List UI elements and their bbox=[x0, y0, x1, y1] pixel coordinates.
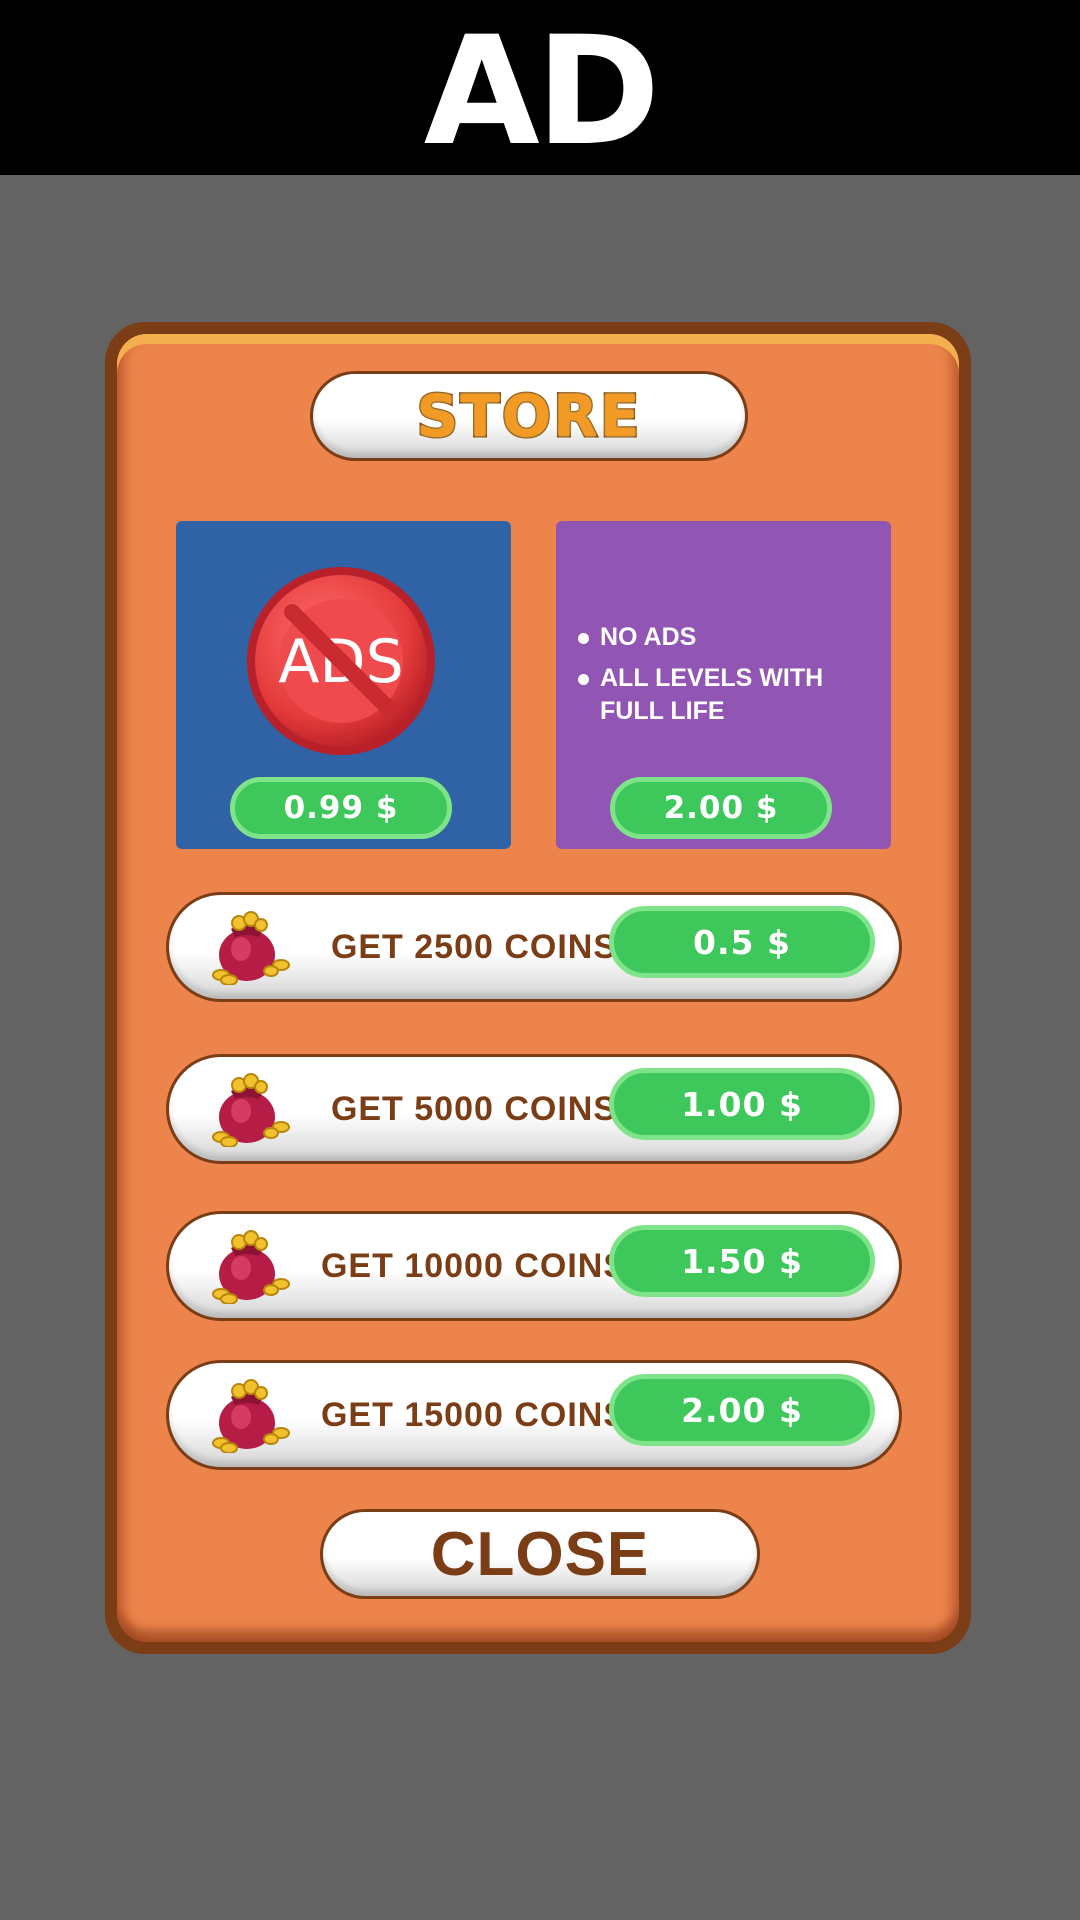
coin-bag-icon bbox=[212, 1230, 290, 1304]
store-title: STORE bbox=[415, 381, 642, 452]
ad-label: AD bbox=[423, 4, 661, 179]
coin-pack-label: GET 2500 COINS bbox=[330, 927, 618, 966]
store-title-banner: STORE bbox=[310, 371, 748, 461]
coin-pack-label: GET 10000 COINS bbox=[320, 1246, 627, 1285]
coin-pack-label: GET 15000 COINS bbox=[320, 1395, 627, 1434]
coin-pack-price-button[interactable]: 1.50 $ bbox=[609, 1225, 875, 1297]
no-ads-card[interactable]: ADS 0.99 $ bbox=[176, 521, 511, 849]
coin-pack-label: GET 5000 COINS bbox=[330, 1089, 618, 1128]
coin-bag-icon bbox=[212, 1073, 290, 1147]
coin-pack-row[interactable]: GET 5000 COINS 1.00 $ bbox=[166, 1054, 902, 1164]
coin-pack-price-button[interactable]: 0.5 $ bbox=[609, 906, 875, 978]
ad-banner[interactable]: AD bbox=[0, 0, 1080, 175]
vip-feature-item: NO ADS bbox=[578, 621, 878, 654]
coin-bag-icon bbox=[212, 911, 290, 985]
close-button[interactable]: CLOSE bbox=[320, 1509, 760, 1599]
no-ads-icon: ADS bbox=[247, 567, 435, 755]
coin-pack-row[interactable]: GET 15000 COINS 2.00 $ bbox=[166, 1360, 902, 1470]
vip-card[interactable]: NO ADS ALL LEVELS WITH FULL LIFE 2.00 $ bbox=[556, 521, 891, 849]
coin-pack-row[interactable]: GET 2500 COINS 0.5 $ bbox=[166, 892, 902, 1002]
coin-pack-price-button[interactable]: 1.00 $ bbox=[609, 1068, 875, 1140]
vip-feature-list: NO ADS ALL LEVELS WITH FULL LIFE bbox=[578, 621, 878, 736]
no-ads-price-button[interactable]: 0.99 $ bbox=[230, 777, 452, 839]
vip-price-button[interactable]: 2.00 $ bbox=[610, 777, 832, 839]
close-button-label: CLOSE bbox=[430, 1519, 650, 1589]
vip-feature-item: ALL LEVELS WITH FULL LIFE bbox=[578, 662, 878, 728]
coin-pack-price-button[interactable]: 2.00 $ bbox=[609, 1374, 875, 1446]
coin-pack-row[interactable]: GET 10000 COINS 1.50 $ bbox=[166, 1211, 902, 1321]
coin-bag-icon bbox=[212, 1379, 290, 1453]
